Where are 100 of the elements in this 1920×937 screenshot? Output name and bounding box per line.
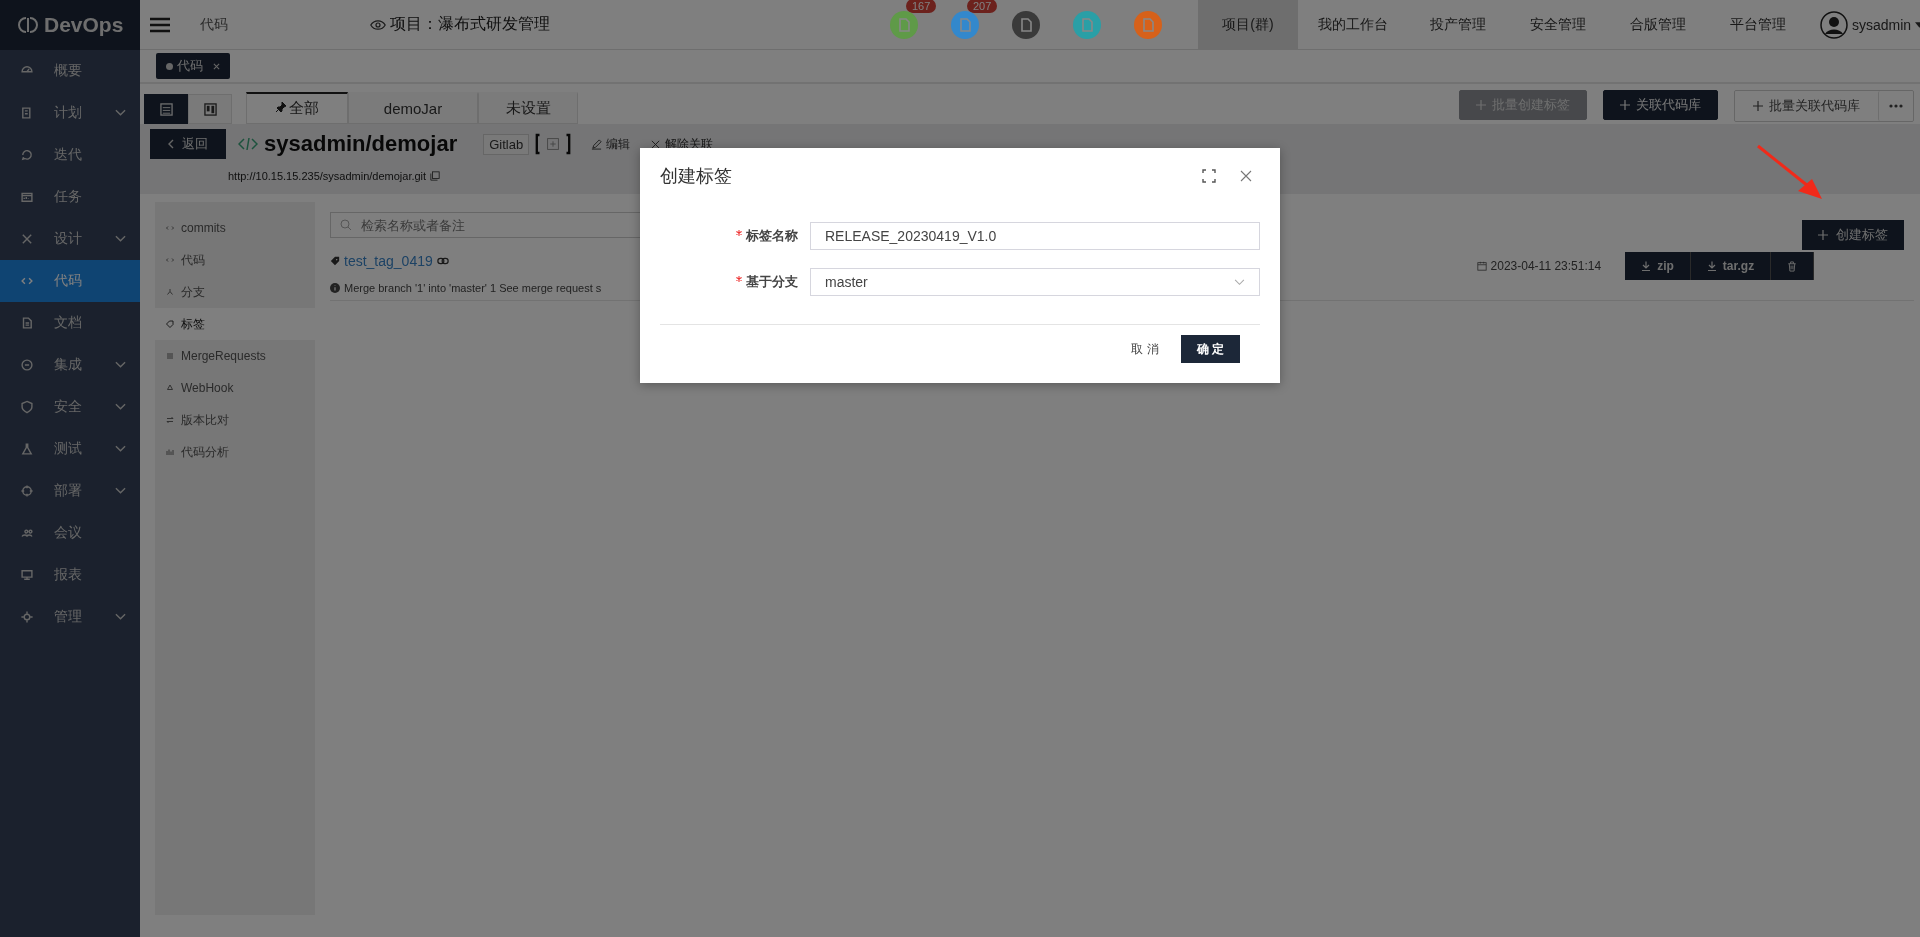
nav-tab[interactable]: 项目(群)	[1198, 0, 1298, 49]
sidebar-item[interactable]: 测试	[0, 428, 140, 470]
create-tag-button[interactable]: 创建标签	[1802, 220, 1905, 250]
plus-icon	[1753, 101, 1764, 111]
repo-name: sysadmin/demojar	[264, 131, 458, 157]
nav-item-icon	[165, 383, 175, 393]
circle-icon[interactable]	[951, 10, 979, 39]
repo-nav-item[interactable]: 代码	[155, 244, 315, 276]
trash-icon	[1787, 260, 1798, 272]
cancel-button[interactable]: 取 消	[1125, 339, 1165, 359]
branch-select[interactable]: master	[810, 268, 1260, 296]
copy-icon[interactable]	[430, 171, 441, 181]
sidebar-item[interactable]: 会议	[0, 512, 140, 554]
repo-nav-item[interactable]: 代码分析	[155, 436, 315, 468]
repo-nav-item[interactable]: 分支	[155, 276, 315, 308]
circle-icon[interactable]	[1012, 10, 1040, 39]
sidebar-item[interactable]: 代码	[0, 260, 140, 302]
sidebar-item[interactable]: 部署	[0, 470, 140, 512]
sidebar-item[interactable]: 设计	[0, 218, 140, 260]
list-icon	[159, 102, 173, 116]
chevron-down-icon	[115, 487, 126, 495]
count-badge: 207	[967, 0, 998, 13]
repo-nav-item[interactable]: 版本比对	[155, 404, 315, 436]
nav-item-icon	[165, 319, 175, 329]
sidebar-item[interactable]: 安全	[0, 386, 140, 428]
repo-url: http://10.15.15.235/sysadmin/demojar.git	[228, 170, 427, 182]
nav-item-icon	[165, 255, 175, 265]
toolbar-button[interactable]: 关联代码库	[1603, 90, 1719, 120]
repo-nav-item[interactable]: 标签	[155, 308, 315, 340]
board-icon	[203, 102, 217, 116]
close-icon[interactable]	[1240, 170, 1252, 182]
chevron-down-icon	[115, 403, 126, 411]
commit-message: Merge branch '1' into 'master' 1 See merge request s	[344, 282, 602, 294]
back-button[interactable]: 返回	[150, 129, 226, 159]
breadcrumb: 代码	[200, 15, 228, 34]
plus-icon	[1818, 230, 1829, 240]
nav-tab[interactable]: 平台管理	[1708, 0, 1808, 49]
filter-tab[interactable]: demoJar	[348, 92, 478, 124]
sidebar-item[interactable]: 报表	[0, 554, 140, 596]
circle-icon[interactable]	[890, 10, 918, 39]
app-logo: DevOps	[44, 13, 124, 37]
repo-nav-item[interactable]: WebHook	[155, 372, 315, 404]
chevron-down-icon	[115, 109, 126, 117]
avatar-icon[interactable]	[1820, 10, 1848, 39]
nav-tab[interactable]: 合版管理	[1608, 0, 1708, 49]
plus-icon	[1476, 100, 1487, 110]
menu-item-icon	[20, 148, 34, 162]
menu-item-icon	[20, 106, 34, 120]
nav-tab[interactable]: 安全管理	[1508, 0, 1608, 49]
plus-icon	[1620, 100, 1631, 110]
nav-tab[interactable]: 我的工作台	[1298, 0, 1408, 49]
sidebar-item[interactable]: 概要	[0, 50, 140, 92]
nav-item-icon	[165, 415, 175, 425]
count-badge: 167	[906, 0, 937, 13]
close-icon	[650, 138, 662, 150]
nav-tab[interactable]: 投产管理	[1408, 0, 1508, 49]
nav-item-icon	[165, 223, 175, 233]
nav-item-icon	[165, 287, 175, 297]
code-icon	[238, 137, 258, 151]
tag-icon	[330, 256, 340, 266]
sidebar-item[interactable]: 管理	[0, 596, 140, 638]
more-icon	[1889, 104, 1904, 108]
chevron-down-icon	[1234, 278, 1245, 286]
fullscreen-icon[interactable]	[1202, 169, 1216, 183]
sidebar-item[interactable]: 集成	[0, 344, 140, 386]
bracket-plus-icon[interactable]	[535, 133, 572, 155]
chevron-down-icon	[115, 361, 126, 369]
project-title: 项目：瀑布式研发管理	[390, 14, 550, 34]
tag-date: 2023-04-11 23:51:14	[1490, 259, 1602, 273]
view-toggle-button[interactable]	[144, 94, 188, 124]
tag-name-field[interactable]: RELEASE_20230419_V1.0	[810, 222, 1260, 250]
sidebar-item[interactable]: 迭代	[0, 134, 140, 176]
field-label: 基于分支	[660, 273, 810, 291]
repo-action-link[interactable]: 编辑	[591, 135, 631, 153]
close-icon[interactable]	[213, 62, 220, 70]
sidebar-item[interactable]: 文档	[0, 302, 140, 344]
nav-item-icon	[165, 351, 175, 361]
menu-item-icon	[20, 442, 34, 456]
menu-icon[interactable]	[150, 16, 170, 33]
sidebar-item[interactable]: 任务	[0, 176, 140, 218]
filter-tab[interactable]: 未设置	[478, 92, 578, 124]
logo-icon	[18, 15, 38, 35]
search-icon	[340, 219, 352, 231]
repo-nav-item[interactable]: MergeRequests	[155, 340, 315, 372]
menu-item-icon	[20, 610, 34, 624]
confirm-button[interactable]: 确 定	[1180, 335, 1240, 363]
filter-tab[interactable]: 全部	[246, 92, 348, 124]
repo-nav-item[interactable]: commits	[155, 212, 315, 244]
menu-item-icon	[20, 316, 34, 330]
chevron-down-icon	[115, 613, 126, 621]
sidebar-item[interactable]: 计划	[0, 92, 140, 134]
open-tab[interactable]: 代码	[156, 53, 230, 79]
menu-item-icon	[20, 568, 34, 582]
tag-link[interactable]: test_tag_0419	[344, 253, 433, 269]
link-icon[interactable]	[436, 257, 449, 265]
menu-item-icon	[20, 400, 34, 414]
user-name[interactable]: sysadmin	[1852, 16, 1912, 33]
pin-icon	[275, 101, 287, 113]
menu-item-icon	[20, 190, 34, 204]
chevron-down-icon	[115, 445, 126, 453]
